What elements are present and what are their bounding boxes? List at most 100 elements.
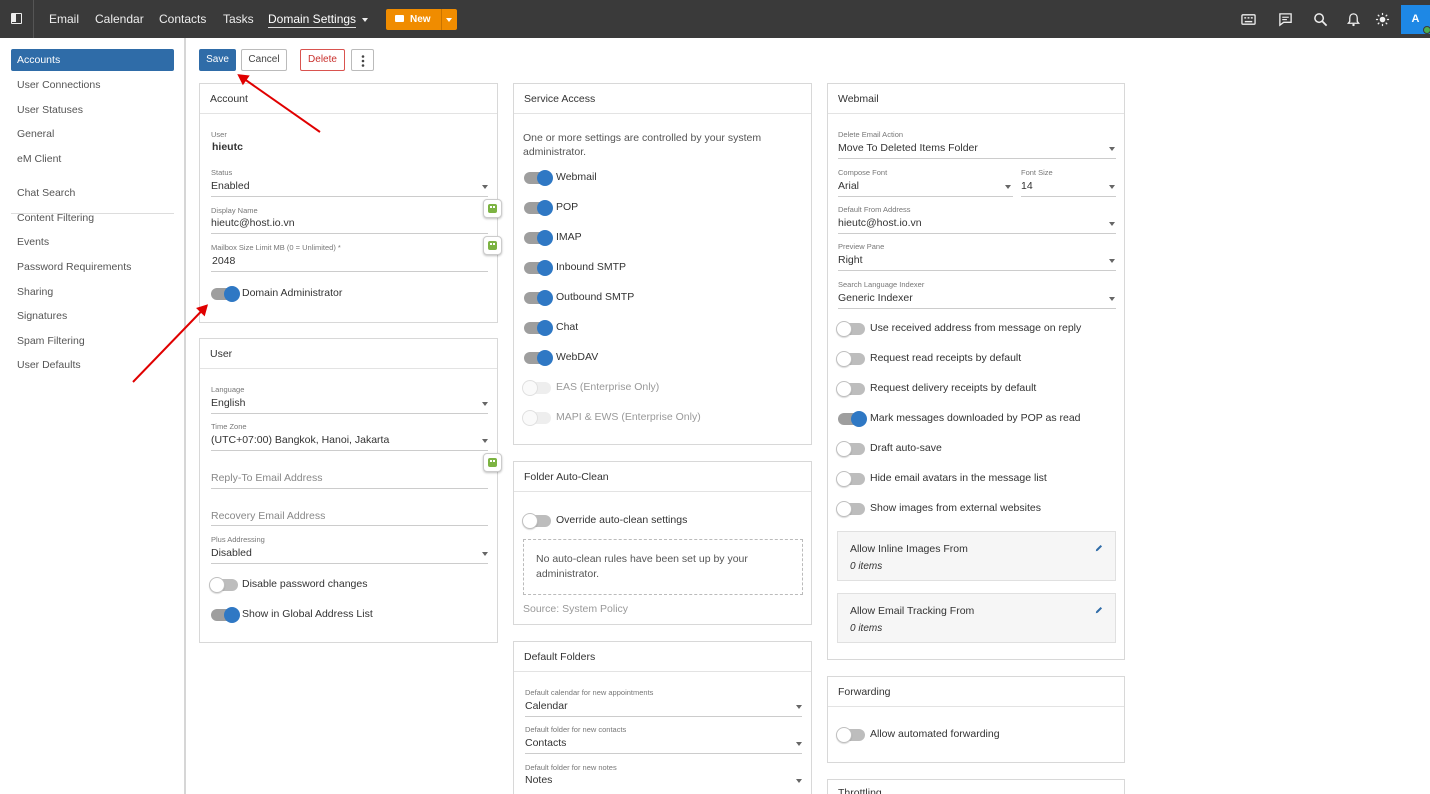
chevron-down-icon[interactable] — [446, 18, 452, 22]
display-name-field[interactable]: hieutc@host.io.vn — [211, 217, 295, 229]
reply-to-email-field[interactable]: Reply-To Email Address — [211, 472, 322, 484]
outbound-smtp-label: Outbound SMTP — [556, 291, 635, 303]
inbound-smtp-toggle[interactable] — [524, 260, 553, 276]
sidebar-item-signatures[interactable]: Signatures — [11, 305, 174, 327]
sidebar-item-chat-search[interactable]: Chat Search — [11, 182, 174, 204]
nav-tasks[interactable]: Tasks — [223, 0, 254, 38]
allow-email-tracking-panel: Allow Email Tracking From 0 items — [837, 593, 1116, 643]
font-size-select[interactable]: 14 — [1021, 180, 1033, 192]
plus-addressing-select[interactable]: Disabled — [211, 547, 252, 559]
edit-pencil-icon[interactable] — [1095, 606, 1103, 614]
more-options-icon[interactable] — [351, 49, 374, 71]
webmail-toggle[interactable] — [524, 170, 553, 186]
pop-toggle[interactable] — [524, 200, 553, 216]
theme-sun-icon[interactable] — [1375, 12, 1390, 27]
sidebar-item-user-connections[interactable]: User Connections — [11, 74, 174, 96]
cancel-button[interactable]: Cancel — [241, 49, 287, 71]
service-access-card: Service Access One or more settings are … — [513, 83, 812, 445]
sidebar-item-accounts[interactable]: Accounts — [11, 49, 174, 71]
chevron-down-icon[interactable] — [482, 439, 488, 443]
sidebar-item-spam-filtering[interactable]: Spam Filtering — [11, 330, 174, 352]
search-icon[interactable] — [1313, 12, 1328, 27]
automated-forwarding-toggle[interactable] — [836, 727, 865, 743]
chevron-down-icon[interactable] — [796, 705, 802, 709]
imap-toggle[interactable] — [524, 230, 553, 246]
sidebar-item-sharing[interactable]: Sharing — [11, 281, 174, 303]
new-button[interactable]: New — [386, 9, 457, 30]
folder-auto-clean-title: Folder Auto-Clean — [514, 462, 811, 492]
use-received-address-label: Use received address from message on rep… — [870, 322, 1082, 334]
sidebar-item-events[interactable]: Events — [11, 231, 174, 253]
compose-font-select[interactable]: Arial — [838, 180, 859, 192]
mailbox-limit-field[interactable]: 2048 — [212, 255, 235, 267]
pop-label: POP — [556, 201, 579, 213]
chevron-down-icon[interactable] — [796, 779, 802, 783]
chevron-down-icon[interactable] — [796, 742, 802, 746]
language-select[interactable]: English — [211, 397, 245, 409]
panel-toggle-icon[interactable] — [0, 0, 34, 38]
override-auto-clean-toggle[interactable] — [522, 513, 551, 529]
default-folders-title: Default Folders — [514, 642, 811, 672]
avatar[interactable]: A — [1401, 5, 1430, 34]
nav-domain-settings[interactable]: Domain Settings — [268, 0, 369, 38]
allow-email-tracking-title: Allow Email Tracking From — [850, 605, 975, 617]
default-notes-label: Default folder for new notes — [525, 763, 617, 772]
show-gal-toggle[interactable] — [211, 607, 240, 623]
default-from-select[interactable]: hieutc@host.io.vn — [838, 217, 922, 229]
chat-toggle[interactable] — [524, 320, 553, 336]
preview-pane-select[interactable]: Right — [838, 254, 863, 266]
automated-forwarding-label: Allow automated forwarding — [870, 728, 1000, 740]
domain-admin-toggle[interactable] — [211, 286, 240, 302]
online-status-dot — [1423, 26, 1430, 34]
sidebar-item-general[interactable]: General — [11, 123, 174, 145]
default-calendar-select[interactable]: Calendar — [525, 700, 568, 712]
disable-password-toggle[interactable] — [209, 577, 238, 593]
read-receipts-toggle[interactable] — [836, 351, 865, 367]
account-card: Account User hieutc Status Enabled Displ… — [199, 83, 502, 323]
timezone-select[interactable]: (UTC+07:00) Bangkok, Hanoi, Jakarta — [211, 434, 389, 446]
use-received-address-toggle[interactable] — [836, 321, 865, 337]
delete-button[interactable]: Delete — [300, 49, 345, 71]
sidebar-item-content-filtering[interactable]: Content Filtering — [11, 207, 174, 229]
chevron-down-icon[interactable] — [482, 552, 488, 556]
hide-avatars-toggle[interactable] — [836, 471, 865, 487]
chevron-down-icon[interactable] — [1109, 259, 1115, 263]
bell-icon[interactable] — [1346, 12, 1361, 27]
chevron-down-icon[interactable] — [482, 402, 488, 406]
delivery-receipts-toggle[interactable] — [836, 381, 865, 397]
status-select[interactable]: Enabled — [211, 180, 250, 192]
nav-contacts[interactable]: Contacts — [159, 0, 206, 38]
chevron-down-icon[interactable] — [1109, 222, 1115, 226]
chat-icon[interactable] — [1278, 12, 1293, 27]
sidebar-item-em-client[interactable]: eM Client — [11, 148, 174, 170]
display-name-label: Display Name — [211, 206, 258, 215]
chevron-down-icon[interactable] — [1005, 185, 1011, 189]
chevron-down-icon — [362, 17, 369, 22]
robot-helper-icon[interactable] — [483, 199, 502, 218]
mark-pop-read-toggle[interactable] — [838, 411, 867, 427]
webdav-toggle[interactable] — [524, 350, 553, 366]
sidebar-item-password-requirements[interactable]: Password Requirements — [11, 256, 174, 278]
search-indexer-select[interactable]: Generic Indexer — [838, 292, 913, 304]
compose-font-label: Compose Font — [838, 168, 888, 177]
save-button[interactable]: Save — [199, 49, 236, 71]
outbound-smtp-toggle[interactable] — [524, 290, 553, 306]
chevron-down-icon[interactable] — [482, 185, 488, 189]
nav-calendar[interactable]: Calendar — [95, 0, 144, 38]
default-notes-select[interactable]: Notes — [525, 774, 552, 786]
recovery-email-field[interactable]: Recovery Email Address — [211, 510, 325, 522]
delete-action-select[interactable]: Move To Deleted Items Folder — [838, 142, 978, 154]
default-contacts-select[interactable]: Contacts — [525, 737, 566, 749]
throttling-title: Throttling — [828, 780, 1124, 794]
sidebar-item-user-statuses[interactable]: User Statuses — [11, 99, 174, 121]
chevron-down-icon[interactable] — [1109, 185, 1115, 189]
chevron-down-icon[interactable] — [1109, 297, 1115, 301]
draft-autosave-toggle[interactable] — [836, 441, 865, 457]
robot-helper-icon[interactable] — [483, 453, 502, 472]
nav-email[interactable]: Email — [49, 0, 79, 38]
edit-pencil-icon[interactable] — [1095, 544, 1103, 552]
show-external-images-toggle[interactable] — [836, 501, 865, 517]
keyboard-icon[interactable] — [1241, 12, 1256, 27]
chevron-down-icon[interactable] — [1109, 147, 1115, 151]
robot-helper-icon[interactable] — [483, 236, 502, 255]
